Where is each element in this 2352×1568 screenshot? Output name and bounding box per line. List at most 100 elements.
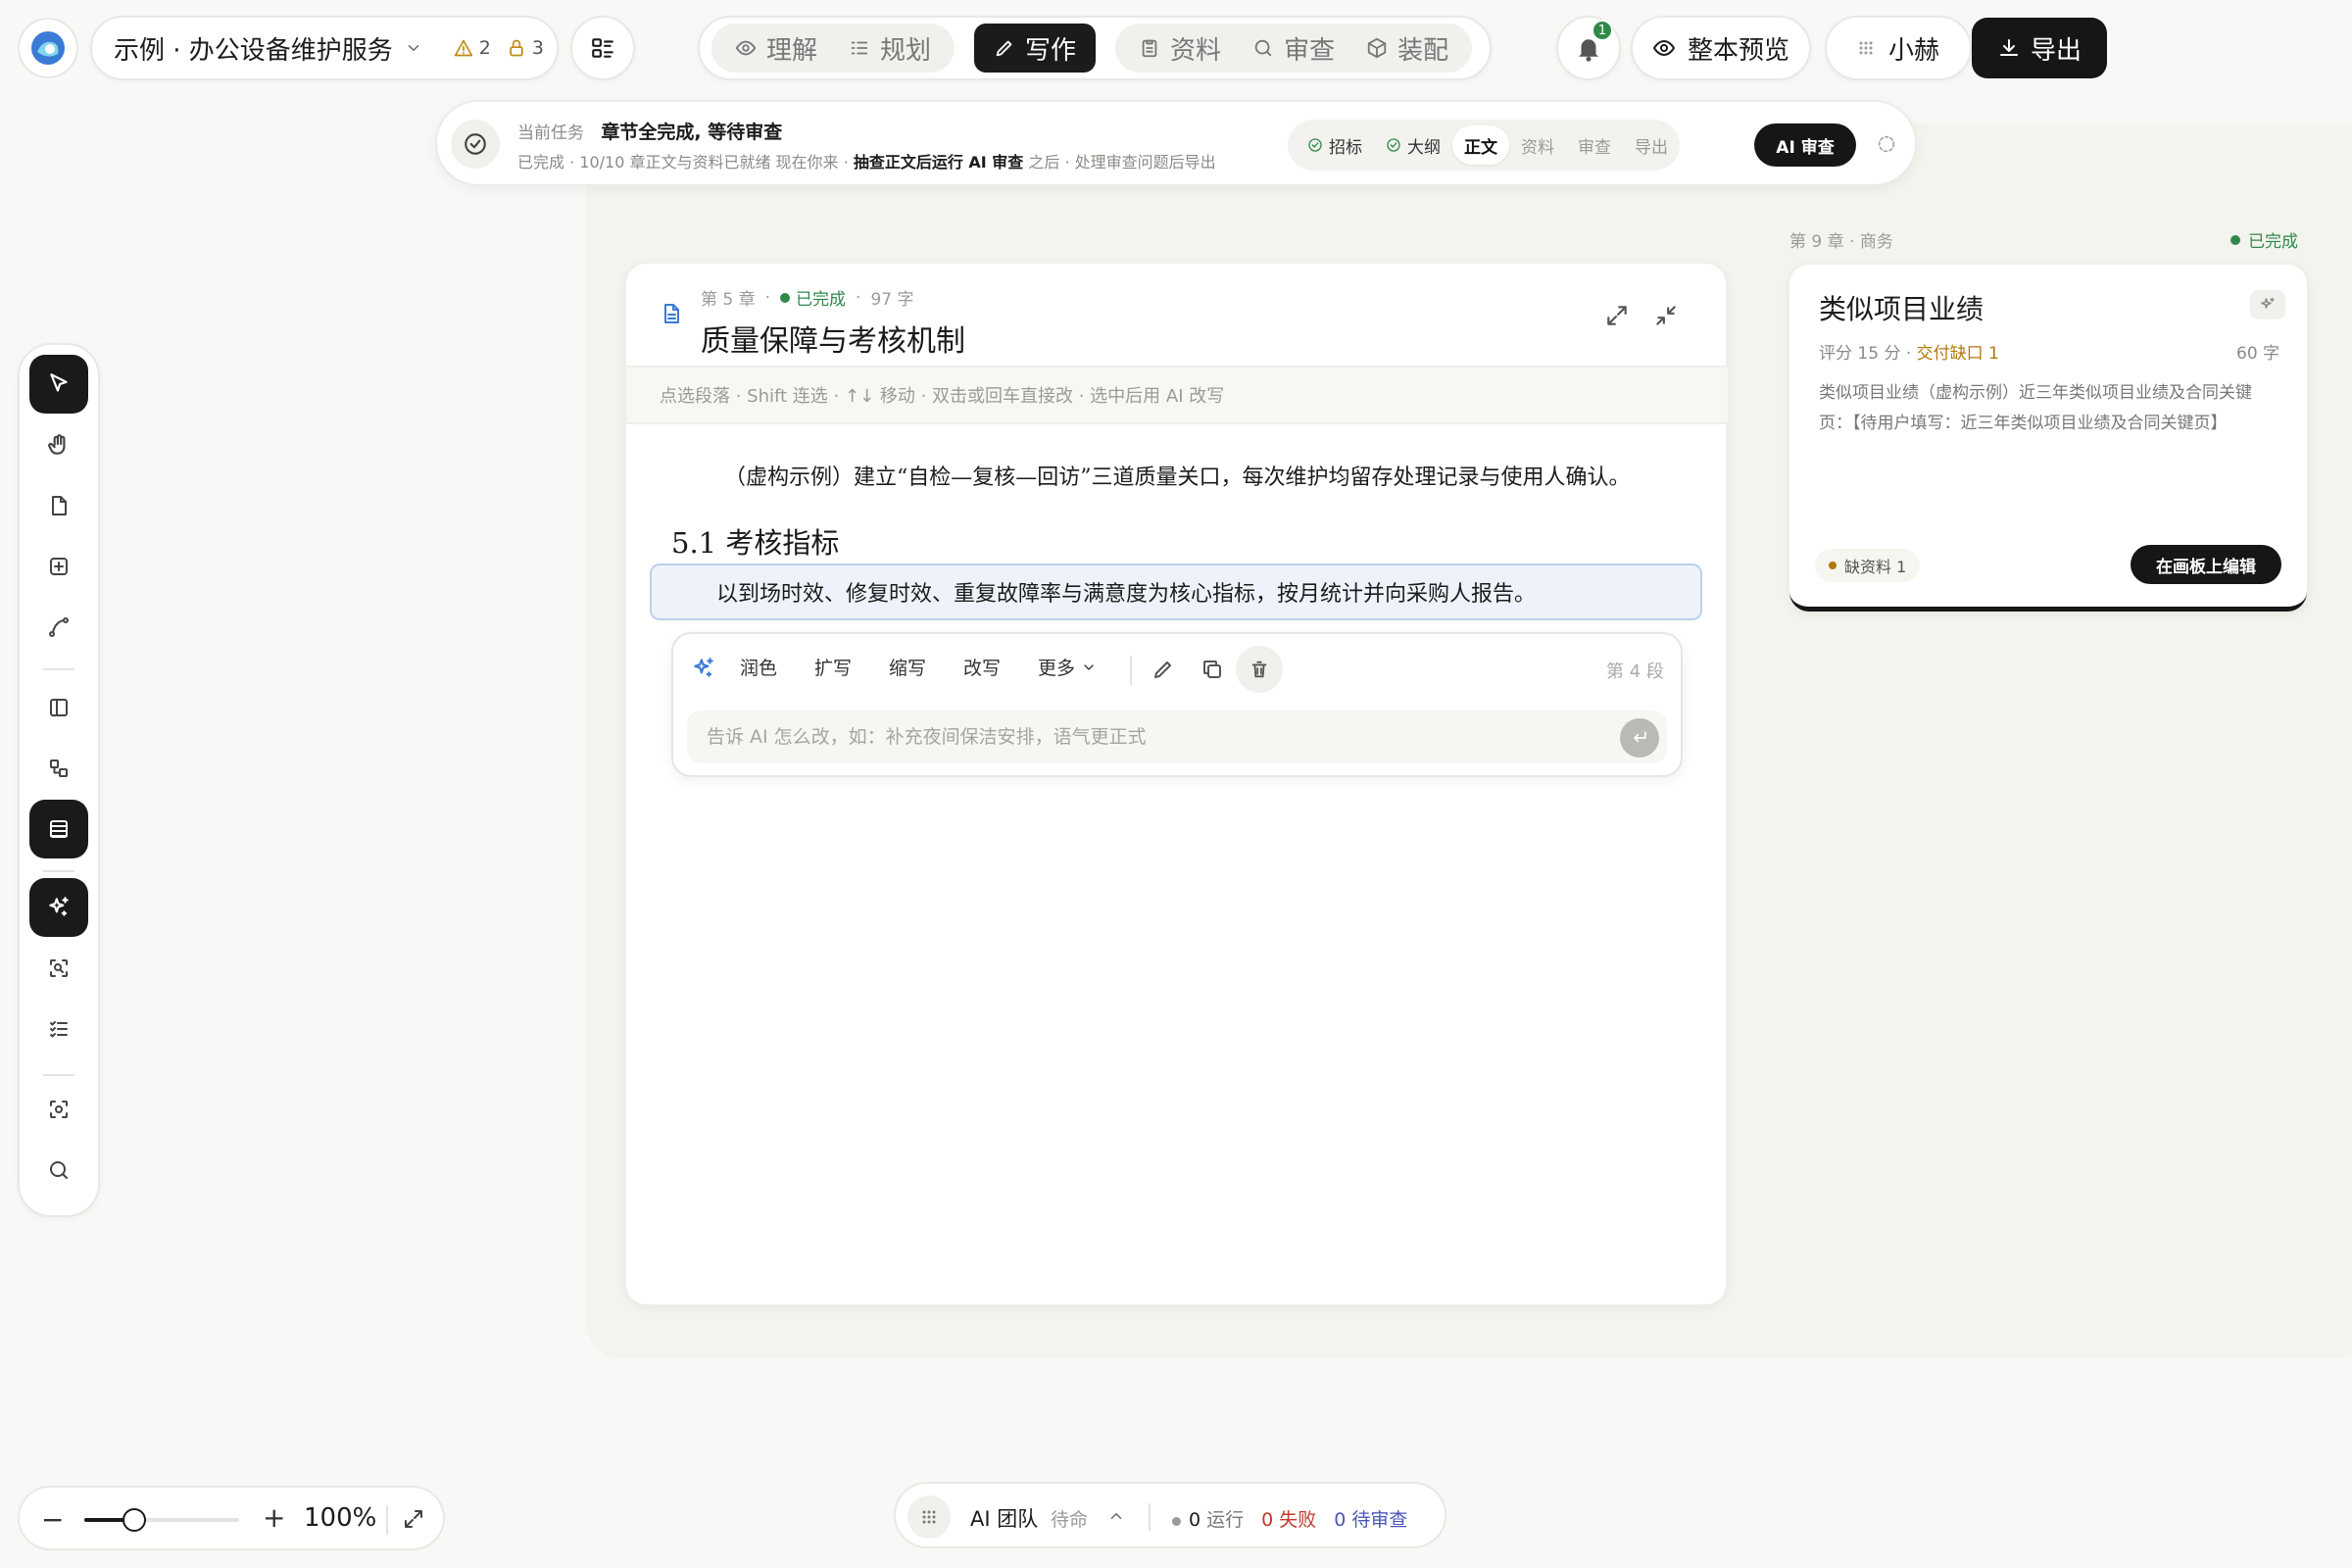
failed-stat: 0 失败	[1261, 1505, 1316, 1532]
curve-icon	[49, 617, 69, 637]
step-outline[interactable]: 大纲	[1374, 125, 1452, 165]
side-card-title: 类似项目业绩	[1819, 293, 1984, 325]
score-value: 评分 15 分	[1819, 344, 1901, 364]
warning-dot	[1829, 562, 1837, 569]
step-review[interactable]: 审查	[1566, 125, 1623, 165]
lock-count[interactable]: 3	[507, 37, 544, 59]
copy-icon[interactable]	[1200, 658, 1224, 681]
missing-materials-badge[interactable]: 缺资料 1	[1815, 549, 1921, 582]
side-card-score: 评分 15 分 · 交付缺口 1	[1819, 339, 1999, 364]
zoom-in-button[interactable]: +	[263, 1501, 285, 1534]
side-card-meta: 第 9 章 · 商务	[1789, 232, 1893, 252]
chevron-down-icon	[405, 39, 422, 57]
shapes-tool[interactable]	[29, 739, 88, 798]
ai-prompt-input[interactable]	[687, 710, 1589, 763]
focus-tool[interactable]	[29, 1080, 88, 1139]
pin-button[interactable]	[2250, 290, 2285, 319]
task-sub-action: 抽查正文后运行 AI 审查	[853, 153, 1024, 172]
ai-tool[interactable]	[29, 878, 88, 937]
action-polish[interactable]: 润色	[740, 654, 777, 680]
step-tender[interactable]: 招标	[1296, 125, 1374, 165]
ai-review-button[interactable]: AI 审查	[1754, 123, 1856, 167]
tab-materials[interactable]: 资料	[1123, 24, 1237, 73]
zoom-out-button[interactable]: −	[41, 1503, 64, 1536]
step-export[interactable]: 导出	[1623, 125, 1680, 165]
step-materials[interactable]: 资料	[1509, 125, 1566, 165]
project-name: 示例 · 办公设备维护服务	[114, 35, 393, 66]
side-chapter-card[interactable]: 类似项目业绩 评分 15 分 · 交付缺口 1 60 字 类似项目业绩（虚构示例…	[1789, 265, 2307, 612]
chapter-card[interactable]: 第 5 章 · 已完成 · 97 字 质量保障与考核机制 点选段落 · Shif…	[625, 263, 1728, 1305]
delete-button[interactable]	[1236, 646, 1283, 693]
export-button[interactable]: 导出	[1972, 18, 2107, 78]
check-circle-icon	[1387, 138, 1400, 152]
tab-write[interactable]: 写作	[974, 24, 1097, 73]
check-circle-icon	[465, 133, 486, 155]
user-menu[interactable]: 小赫	[1825, 16, 1972, 80]
toolbar-divider	[43, 668, 74, 670]
export-label: 导出	[2030, 35, 2082, 66]
paragraph[interactable]: （虚构示例）建立“自检—复核—回访”三道质量关口，每次维护均留存处理记录与使用人…	[724, 460, 1631, 491]
task-sub-suffix: 之后 · 处理审查问题后导出	[1023, 153, 1216, 172]
side-card-status: 已完成	[2230, 227, 2298, 252]
tab-label: 理解	[766, 35, 818, 66]
meta-sep: ·	[1905, 344, 1917, 364]
tab-label: 写作	[1025, 35, 1077, 66]
collapse-icon[interactable]	[1653, 303, 1679, 328]
panel-tool[interactable]	[29, 678, 88, 737]
grid-list-icon	[592, 38, 613, 58]
edit-on-canvas-button[interactable]: 在画板上编辑	[2131, 545, 2281, 584]
lock-count-value: 3	[531, 37, 544, 59]
step-label: 审查	[1578, 137, 1611, 158]
action-rewrite[interactable]: 改写	[963, 654, 1001, 680]
hand-icon	[48, 434, 66, 455]
tab-review[interactable]: 审查	[1237, 24, 1350, 73]
failed-label: 失败	[1279, 1509, 1317, 1531]
warning-icon	[454, 39, 472, 57]
chapter-status: 已完成	[780, 285, 846, 310]
chevron-up-icon[interactable]	[1107, 1507, 1125, 1525]
tab-label: 审查	[1284, 35, 1336, 66]
hand-tool[interactable]	[29, 416, 88, 474]
project-selector[interactable]: 示例 · 办公设备维护服务 2 3	[90, 16, 559, 80]
more-menu[interactable]: 更多	[1038, 654, 1097, 680]
tab-understand[interactable]: 理解	[719, 24, 833, 73]
step-body[interactable]: 正文	[1452, 125, 1509, 165]
action-expand[interactable]: 扩写	[814, 654, 852, 680]
selected-paragraph[interactable]: 以到场时效、修复时效、重复故障率与满意度为核心指标，按月统计并向采购人报告。	[650, 564, 1702, 620]
warning-count[interactable]: 2	[454, 37, 491, 59]
tab-assemble[interactable]: 装配	[1350, 24, 1464, 73]
checklist-tool[interactable]	[29, 1000, 88, 1058]
ai-prompt-field[interactable]	[687, 710, 1667, 763]
notifications-button[interactable]: 1	[1556, 16, 1621, 80]
layout-button[interactable]	[570, 16, 635, 80]
add-tool[interactable]	[29, 537, 88, 596]
divider	[386, 1505, 388, 1535]
app-logo[interactable]	[18, 18, 78, 78]
sidebar-icon	[50, 699, 68, 716]
zoom-value: 100%	[304, 1503, 377, 1533]
tab-plan[interactable]: 规划	[833, 24, 947, 73]
pencil-icon	[996, 40, 1012, 57]
connector-tool[interactable]	[29, 598, 88, 657]
expand-icon[interactable]	[1604, 303, 1630, 328]
edit-pen-icon[interactable]	[1152, 658, 1175, 681]
action-shorten[interactable]: 缩写	[889, 654, 926, 680]
status-dot	[2230, 234, 2240, 245]
search-tool[interactable]	[29, 1141, 88, 1200]
page-tool[interactable]	[29, 476, 88, 535]
fit-screen-icon[interactable]	[402, 1507, 425, 1531]
team-state: 待命	[1051, 1509, 1089, 1531]
preview-button[interactable]: 整本预览	[1631, 16, 1811, 80]
zoom-slider[interactable]	[84, 1508, 239, 1532]
clipboard-icon	[1142, 39, 1157, 58]
scan-tool[interactable]	[29, 939, 88, 998]
table-tool[interactable]	[29, 800, 88, 858]
status-dot	[1172, 1517, 1181, 1526]
send-button[interactable]	[1620, 718, 1659, 758]
ai-team-bar[interactable]: AI 团队 待命 0 运行 0 失败 0 待审查	[894, 1482, 1446, 1548]
section-heading[interactable]: 5.1 考核指标	[671, 520, 839, 562]
zoom-slider-handle[interactable]	[122, 1508, 146, 1532]
mode-switcher: 理解 规划 写作 资料 审查 装配	[698, 16, 1492, 80]
select-tool[interactable]	[29, 355, 88, 414]
chapter-header: 第 5 章 · 已完成 · 97 字 质量保障与考核机制	[626, 264, 1728, 368]
